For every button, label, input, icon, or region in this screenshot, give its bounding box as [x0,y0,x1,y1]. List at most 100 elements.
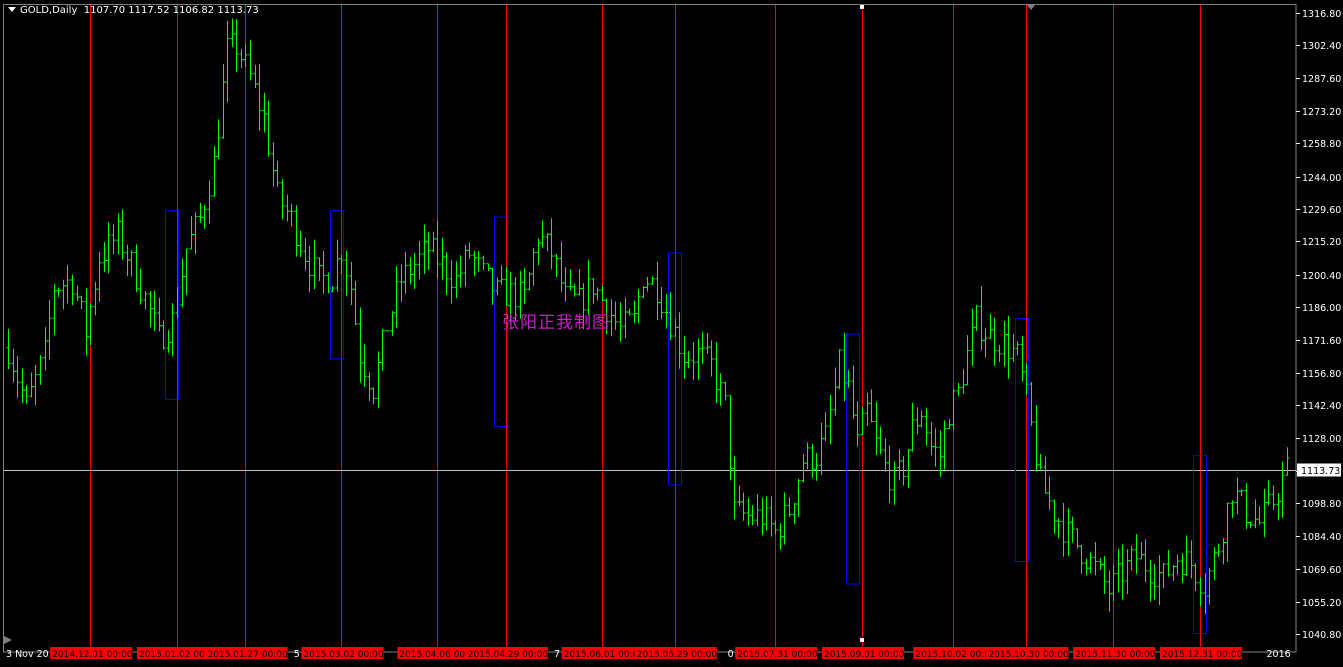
ohlc-bar [371,387,376,405]
ohlc-bar [1244,483,1249,530]
time-axis-label: 3 Nov 20 [6,649,49,660]
ohlc-bar [737,485,742,507]
ohlc-bar [1047,476,1052,510]
ohlc-bar [641,286,646,299]
ohlc-bar [1056,518,1061,539]
ohlc-bar [851,365,856,419]
ohlc-bar [79,295,84,310]
ohlc-bars [6,18,1290,615]
marker-time-tag: 2015.07.31 00:00 [737,650,818,660]
ohlc-bar [257,63,262,131]
ohlc-bar [230,18,235,47]
symbol-name: GOLD,Daily [20,5,78,16]
chart-shift-icon [4,636,12,644]
ohlc-bar [559,241,564,292]
shift-marker-icon [1027,5,1036,10]
ohlc-bar [403,251,408,294]
price-tick-label: 1258.80 [1302,139,1341,150]
ohlc-bar [65,265,70,304]
ohlc-bar [253,65,258,88]
ohlc-bar [568,269,573,291]
ohlc-bar [84,288,89,356]
ohlc-bar [883,438,888,472]
ohlc-bar [650,276,655,286]
ohlc-bar [6,328,11,370]
price-tick-label: 1055.20 [1302,598,1341,609]
ohlc-bar [668,292,673,341]
ohlc-bar [983,327,988,358]
ohlc-bar [207,180,212,224]
ohlc-bar [444,252,449,296]
symbol-header[interactable]: GOLD,Daily 1107.70 1117.52 1106.82 1113.… [8,5,259,16]
ohlc-bar [307,245,312,293]
ohlc-bar [1111,565,1116,601]
ohlc-bar [225,20,230,103]
ohlc-bar [1221,538,1226,565]
ohlc-bar [723,381,728,401]
ohlc-bar [549,218,554,270]
ohlc-bar [426,231,431,270]
ohlc-bar [782,492,787,545]
ohlc-bar [317,257,322,282]
price-tick-label: 1084.40 [1302,532,1341,543]
ohlc-bar [1043,456,1048,494]
ohlc-bar [609,299,614,337]
ohlc-bar [897,449,902,481]
ohlc-bar [1193,563,1198,591]
ohlc-bar [1230,500,1235,518]
ohlc-bar [855,401,860,447]
ohlc-bar [1116,548,1121,593]
ohlc-bar [892,461,897,505]
ohlc-bar [358,307,363,383]
ohlc-bar [887,445,892,504]
ohlc-bar [540,220,545,248]
ohlc-bar [161,320,166,350]
ohlc-bar [1207,567,1212,605]
ohlc-bar [490,267,495,305]
ohlc-bar [335,239,340,292]
dropdown-arrow-icon[interactable] [8,7,16,12]
ohlc-bar [1148,559,1153,602]
price-axis: 1316.80 1302.40 1287.60 1273.20 1258.80 1244.… [3,4,1341,653]
ohlc-bar [988,313,993,339]
price-tick-label: 1302.40 [1302,41,1341,52]
ohlc-bar [285,194,290,222]
ohlc-bar [846,370,851,388]
vertical-markers [90,5,1201,652]
ohlc-bar [1125,549,1130,595]
ohlc-bar [134,244,139,293]
ohlc-bar [572,283,577,297]
anchor-marker-bottom [860,638,865,642]
ohlc-bar [1093,542,1098,576]
ohlc-bar [664,294,669,329]
price-tick-label: 1142.40 [1302,401,1341,412]
ohlc-bar [339,254,344,274]
ohlc-bar [1088,552,1093,574]
ohlc-bar [1189,540,1194,579]
ohlc-bar [198,202,203,223]
ohlc-bar [499,265,504,285]
ohlc-bar [143,291,148,310]
ohlc-bar [1052,499,1057,534]
ohlc-bar [1107,570,1112,612]
ohlc-bar [956,382,961,397]
ohlc-bar [970,308,975,367]
ohlc-bar [312,239,317,290]
ohlc-bar [801,453,806,483]
marker-time-tag: 2015.01.27 00:00 [207,650,288,660]
ohlc-bar [70,274,75,306]
ohlc-bar [1225,502,1230,562]
ohlc-bar [865,392,870,426]
ohlc-bar [1002,320,1007,367]
marker-time-tag: 2015.10.02 00:00 [915,650,996,660]
ohlc-bar [106,222,111,274]
ohlc-bar [563,267,568,302]
ohlc-bar [636,288,641,324]
price-chart: 1316.80 1302.40 1287.60 1273.20 1258.80 1244.… [3,4,1341,660]
price-tick-label: 1287.60 [1302,74,1341,85]
ohlc-bar [24,385,29,404]
ohlc-bar [248,39,253,81]
price-tick-label: 1069.60 [1302,565,1341,576]
ohlc-bar [709,340,714,377]
ohlc-bar [184,248,189,296]
